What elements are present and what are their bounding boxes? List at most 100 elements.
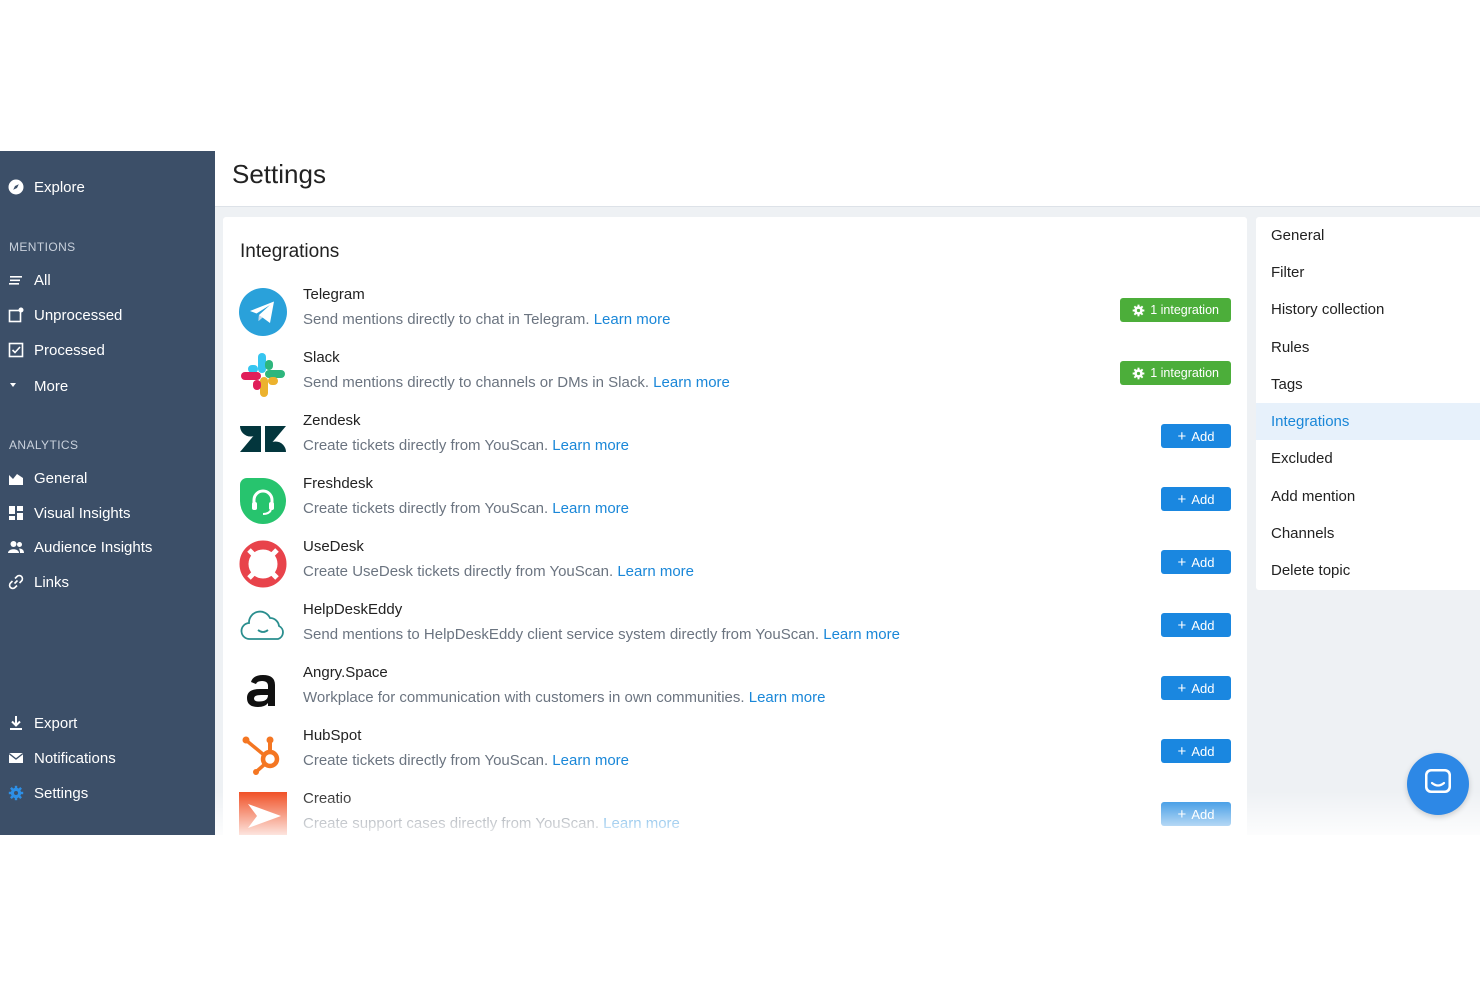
integration-name: Zendesk: [303, 412, 361, 429]
angry-space-logo-icon: [239, 666, 287, 714]
learn-more-link[interactable]: Learn more: [594, 311, 671, 328]
checkbox-icon: [8, 342, 24, 358]
add-label: Add: [1191, 491, 1215, 507]
integration-row-telegram: Telegram Send mentions directly to chat …: [239, 286, 1231, 342]
gear-icon: [1132, 367, 1145, 379]
add-label: Add: [1191, 806, 1215, 822]
integration-name: Freshdesk: [303, 475, 374, 492]
settings-menu-general[interactable]: General: [1256, 217, 1480, 254]
integration-name: HelpDeskEddy: [303, 601, 403, 618]
description-text: Send mentions directly to chat in Telegr…: [303, 311, 590, 328]
sidebar-item-label: Unprocessed: [34, 306, 123, 324]
learn-more-link[interactable]: Learn more: [552, 752, 629, 769]
sidebar-item-label: Explore: [34, 178, 85, 196]
description-text: Workplace for communication with custome…: [303, 689, 745, 706]
plus-icon: +: [1177, 679, 1187, 697]
dashboard-icon: [8, 505, 24, 521]
app-frame: Explore MENTIONS All Unprocessed Process…: [0, 151, 1480, 835]
add-button[interactable]: + Add: [1161, 802, 1231, 826]
description-text: Create tickets directly from YouScan.: [303, 500, 549, 517]
add-button[interactable]: + Add: [1161, 550, 1231, 574]
envelope-icon: [8, 750, 24, 766]
integration-status-button[interactable]: 1 integration: [1120, 298, 1231, 322]
add-label: Add: [1191, 617, 1215, 633]
sidebar-item-general[interactable]: General: [0, 463, 215, 493]
description-text: Create tickets directly from YouScan.: [303, 752, 549, 769]
page-title: Settings: [232, 159, 326, 189]
settings-menu-excluded[interactable]: Excluded: [1256, 440, 1480, 477]
sidebar-item-explore[interactable]: Explore: [0, 172, 215, 202]
add-button[interactable]: + Add: [1161, 487, 1231, 511]
settings-menu-tags[interactable]: Tags: [1256, 366, 1480, 403]
integration-row-zendesk: Zendesk Create tickets directly from You…: [239, 412, 1231, 468]
settings-menu-delete-topic[interactable]: Delete topic: [1256, 552, 1480, 589]
sidebar-item-settings[interactable]: Settings: [0, 778, 215, 808]
sidebar-item-export[interactable]: Export: [0, 708, 215, 738]
add-button[interactable]: + Add: [1161, 739, 1231, 763]
learn-more-link[interactable]: Learn more: [749, 689, 826, 706]
settings-menu-channels[interactable]: Channels: [1256, 515, 1480, 552]
chat-icon: [1423, 767, 1453, 802]
integration-name: Creatio: [303, 790, 352, 807]
add-button[interactable]: + Add: [1161, 424, 1231, 448]
add-label: Add: [1191, 680, 1215, 696]
settings-menu-add-mention[interactable]: Add mention: [1256, 478, 1480, 515]
sidebar-item-label: General: [34, 469, 88, 487]
chat-button[interactable]: [1407, 753, 1469, 815]
integration-description: Create tickets directly from YouScan. Le…: [303, 752, 629, 769]
plus-icon: +: [1177, 553, 1187, 571]
integration-description: Send mentions to HelpDeskEddy client ser…: [303, 626, 900, 643]
learn-more-link[interactable]: Learn more: [552, 500, 629, 517]
page-header: Settings: [215, 151, 1480, 207]
description-text: Send mentions to HelpDeskEddy client ser…: [303, 626, 820, 643]
sidebar-item-all[interactable]: All: [0, 265, 215, 295]
sidebar-item-processed[interactable]: Processed: [0, 335, 215, 365]
section-title: Integrations: [240, 241, 340, 262]
learn-more-link[interactable]: Learn more: [603, 815, 680, 832]
integration-status-button[interactable]: 1 integration: [1120, 361, 1231, 385]
integration-row-usedesk: UseDesk Create UseDesk tickets directly …: [239, 538, 1231, 594]
settings-menu-history-collection[interactable]: History collection: [1256, 291, 1480, 328]
caret-down-icon: [8, 378, 24, 394]
sidebar-item-label: Links: [34, 573, 70, 591]
sidebar-item-visual-insights[interactable]: Visual Insights: [0, 498, 215, 528]
plus-icon: +: [1177, 805, 1187, 823]
sidebar-item-label: Audience Insights: [34, 538, 153, 556]
sidebar: Explore MENTIONS All Unprocessed Process…: [0, 151, 215, 835]
integration-name: HubSpot: [303, 727, 362, 744]
add-label: Add: [1191, 743, 1215, 759]
add-button[interactable]: + Add: [1161, 676, 1231, 700]
sidebar-item-more[interactable]: More: [0, 371, 215, 401]
creatio-logo-icon: [239, 792, 287, 835]
learn-more-link[interactable]: Learn more: [552, 437, 629, 454]
integration-description: Workplace for communication with custome…: [303, 689, 825, 706]
sidebar-item-links[interactable]: Links: [0, 567, 215, 597]
settings-menu-filter[interactable]: Filter: [1256, 254, 1480, 291]
integration-count-label: 1 integration: [1150, 303, 1219, 317]
learn-more-link[interactable]: Learn more: [823, 626, 900, 643]
sidebar-item-notifications[interactable]: Notifications: [0, 743, 215, 773]
learn-more-link[interactable]: Learn more: [653, 374, 730, 391]
sidebar-item-label: Export: [34, 714, 78, 732]
settings-menu-integrations[interactable]: Integrations: [1256, 403, 1480, 440]
integration-row-creatio: Creatio Create support cases directly fr…: [239, 790, 1231, 835]
hubspot-logo-icon: [239, 729, 287, 777]
integrations-card: Integrations Telegram Send mentions dire…: [223, 217, 1247, 835]
settings-menu-rules[interactable]: Rules: [1256, 329, 1480, 366]
download-icon: [8, 715, 24, 731]
integration-name: Angry.Space: [303, 664, 388, 681]
cloud-logo-icon: [239, 603, 287, 651]
add-button[interactable]: + Add: [1161, 613, 1231, 637]
sidebar-item-label: Visual Insights: [34, 504, 131, 522]
list-icon: [8, 272, 24, 288]
compass-icon: [8, 179, 24, 195]
sidebar-item-audience-insights[interactable]: Audience Insights: [0, 532, 215, 562]
description-text: Create support cases directly from YouSc…: [303, 815, 599, 832]
integration-description: Send mentions directly to chat in Telegr…: [303, 311, 670, 328]
section-label-analytics: ANALYTICS: [9, 438, 79, 452]
telegram-logo-icon: [239, 288, 287, 336]
sidebar-item-label: Notifications: [34, 749, 116, 767]
sidebar-item-unprocessed[interactable]: Unprocessed: [0, 300, 215, 330]
description-text: Send mentions directly to channels or DM…: [303, 374, 649, 391]
learn-more-link[interactable]: Learn more: [617, 563, 694, 580]
